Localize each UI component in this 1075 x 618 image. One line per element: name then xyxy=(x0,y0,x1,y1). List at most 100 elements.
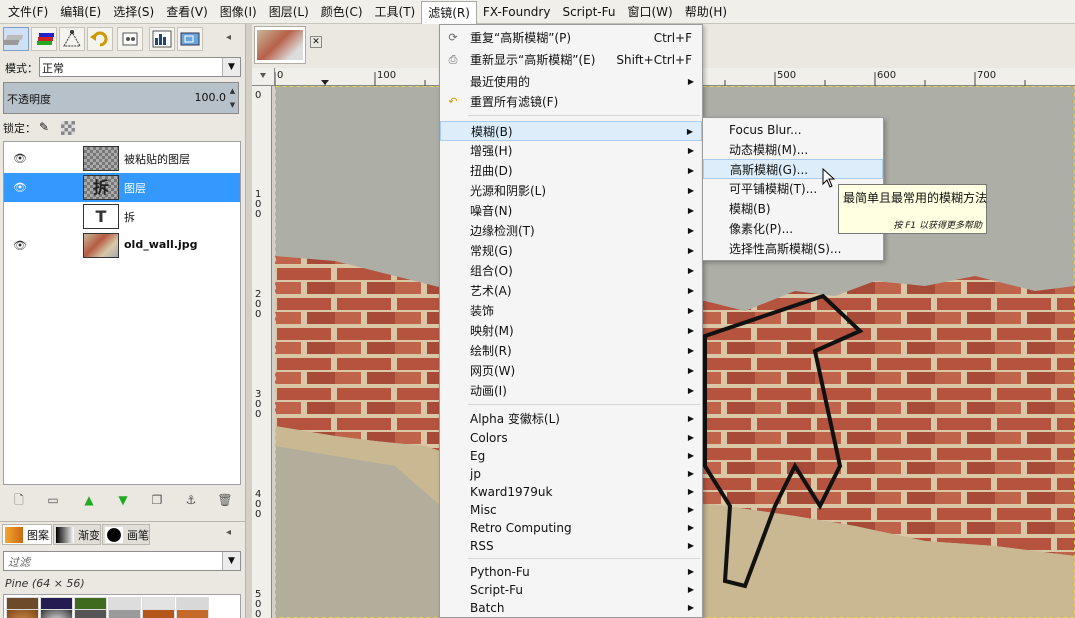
anchor-layer-icon[interactable]: ⚓ xyxy=(183,492,199,508)
menu-item-reset-filters[interactable]: ↶ 重置所有滤镜(F) xyxy=(440,92,702,112)
pattern-thumb[interactable] xyxy=(176,609,209,618)
layer-name: old_wall.jpg xyxy=(124,238,198,251)
menu-file[interactable]: 文件(F) xyxy=(2,1,54,23)
pattern-grid xyxy=(3,594,241,618)
menu-item-generic[interactable]: 常规(G) ▶ xyxy=(440,241,702,261)
menu-item-script-fu[interactable]: Script-Fu ▶ xyxy=(440,580,702,600)
eye-icon[interactable]: 👁 xyxy=(13,181,29,194)
channels-tab-icon[interactable] xyxy=(31,27,57,51)
pattern-thumb[interactable] xyxy=(6,609,39,618)
image-tab[interactable] xyxy=(254,26,306,64)
ruler-label: 0 xyxy=(255,90,262,101)
menu-image[interactable]: 图像(I) xyxy=(214,1,263,23)
new-layer-icon[interactable]: 🗋 xyxy=(11,492,27,508)
menu-item-map[interactable]: 映射(M) ▶ xyxy=(440,321,702,341)
menu-colors[interactable]: 颜色(C) xyxy=(315,1,369,23)
undo-history-icon[interactable] xyxy=(87,27,113,51)
menu-layer[interactable]: 图层(L) xyxy=(263,1,315,23)
menu-item-kward1979uk[interactable]: Kward1979uk ▶ xyxy=(440,482,702,502)
tab-brushes[interactable]: 画笔 xyxy=(102,524,150,545)
menu-item-artistic[interactable]: 艺术(A) ▶ xyxy=(440,281,702,301)
histogram-tab-icon[interactable] xyxy=(149,27,175,51)
menu-item-misc[interactable]: Misc ▶ xyxy=(440,500,702,520)
delete-layer-icon[interactable]: 🗑 xyxy=(217,492,233,508)
ruler-corner[interactable] xyxy=(252,68,275,86)
ruler-label: 300 xyxy=(255,389,262,420)
menu-item-blur[interactable]: 模糊(B) ▶ xyxy=(440,121,702,141)
layer-row[interactable]: 👁 被粘贴的图层 xyxy=(4,144,240,173)
menu-item-reshow-filter[interactable]: ⎙ 重新显示“高斯模糊”(E) Shift+Ctrl+F xyxy=(440,50,702,70)
lock-pixels-brush-icon[interactable]: ✎ xyxy=(39,120,53,134)
menu-filters[interactable]: 滤镜(R) xyxy=(421,0,477,25)
layer-name: 图层 xyxy=(124,182,146,195)
menu-view[interactable]: 查看(V) xyxy=(160,1,214,23)
menu-edit[interactable]: 编辑(E) xyxy=(54,1,107,23)
duplicate-layer-icon[interactable]: ❐ xyxy=(149,492,165,508)
mode-value: 正常 xyxy=(42,62,64,75)
menu-item-repeat-filter[interactable]: ⟳ 重复“高斯模糊”(P) Ctrl+F xyxy=(440,28,702,48)
menu-item-noise[interactable]: 噪音(N) ▶ xyxy=(440,201,702,221)
menu-item-jp[interactable]: jp ▶ xyxy=(440,464,702,484)
filter-select[interactable]: 过滤 ▼ xyxy=(3,551,241,571)
tab-gradients[interactable]: 渐变 xyxy=(53,524,101,545)
menu-item-rss[interactable]: RSS ▶ xyxy=(440,536,702,556)
raise-layer-icon[interactable]: ▲ xyxy=(81,492,97,508)
submenu-arrow-icon: ▶ xyxy=(687,567,694,576)
navigation-tab-icon[interactable] xyxy=(177,27,203,51)
new-group-icon[interactable]: ▭ xyxy=(45,492,61,508)
pattern-thumb[interactable] xyxy=(108,609,141,618)
menu-help[interactable]: 帮助(H) xyxy=(679,1,733,23)
submenu-arrow-icon: ▶ xyxy=(687,523,694,532)
close-icon[interactable]: ✕ xyxy=(310,36,322,48)
lock-label: 锁定： xyxy=(3,122,36,135)
menu-fx-foundry[interactable]: FX-Foundry xyxy=(477,1,557,23)
opacity-spin-icon[interactable]: ▲ ▼ xyxy=(228,84,237,112)
menu-item-alpha-to-logo[interactable]: Alpha 变徽标(L) ▶ xyxy=(440,409,702,429)
menu-item-distorts[interactable]: 扭曲(D) ▶ xyxy=(440,161,702,181)
dock-menu-arrow-icon[interactable]: ◂ xyxy=(226,527,231,538)
layer-row[interactable]: T 拆 xyxy=(4,202,240,231)
layers-dock: ◂ 模式： 正常 ▼ 不透明度 100.0 ▲ ▼ 锁定： ✎ 👁 被粘贴的图层 … xyxy=(0,24,246,618)
menu-item-decor[interactable]: 装饰 ▶ xyxy=(440,301,702,321)
pattern-thumb[interactable] xyxy=(74,609,107,618)
lock-alpha-checker-icon[interactable] xyxy=(61,121,75,135)
menu-item-light-shadow[interactable]: 光源和阴影(L) ▶ xyxy=(440,181,702,201)
menu-script-fu[interactable]: Script-Fu xyxy=(556,1,621,23)
layer-row[interactable]: 👁 old_wall.jpg xyxy=(4,231,240,260)
menu-item-web[interactable]: 网页(W) ▶ xyxy=(440,361,702,381)
menu-item-render[interactable]: 绘制(R) ▶ xyxy=(440,341,702,361)
menu-item-focus-blur[interactable]: Focus Blur... xyxy=(703,120,883,140)
menu-item-edge-detect[interactable]: 边缘检测(T) ▶ xyxy=(440,221,702,241)
pointer-tab-icon[interactable] xyxy=(117,27,143,51)
menu-item-enhance[interactable]: 增强(H) ▶ xyxy=(440,141,702,161)
eye-icon[interactable]: 👁 xyxy=(13,152,29,165)
menu-select[interactable]: 选择(S) xyxy=(107,1,160,23)
menu-item-combine[interactable]: 组合(O) ▶ xyxy=(440,261,702,281)
layers-tab-icon[interactable] xyxy=(1,27,29,51)
menu-tools[interactable]: 工具(T) xyxy=(369,1,422,23)
menu-item-selective-gaussian-blur[interactable]: 选择性高斯模糊(S)... xyxy=(703,239,883,259)
menu-item-animation[interactable]: 动画(I) ▶ xyxy=(440,381,702,401)
menu-item-colors[interactable]: Colors ▶ xyxy=(440,428,702,448)
paths-tab-icon[interactable] xyxy=(59,27,85,51)
menu-item-eg[interactable]: Eg ▶ xyxy=(440,446,702,466)
menu-windows[interactable]: 窗口(W) xyxy=(621,1,678,23)
vertical-ruler[interactable]: 0 100 200 300 400 500 xyxy=(252,86,272,618)
menu-item-batch[interactable]: Batch ▶ xyxy=(440,598,702,618)
layer-name: 拆 xyxy=(124,211,135,224)
dock-menu-arrow-icon[interactable]: ◂ xyxy=(226,32,231,43)
menu-item-recent[interactable]: 最近使用的 ▶ xyxy=(440,72,702,92)
menu-item-gaussian-blur[interactable]: 高斯模糊(G)... xyxy=(703,159,883,179)
pattern-thumb[interactable] xyxy=(142,609,175,618)
opacity-slider[interactable]: 不透明度 100.0 ▲ ▼ xyxy=(3,82,239,114)
mode-select[interactable]: 正常 ▼ xyxy=(39,57,241,77)
menu-item-python-fu[interactable]: Python-Fu ▶ xyxy=(440,562,702,582)
submenu-arrow-icon: ▶ xyxy=(687,541,694,550)
menu-item-retro-computing[interactable]: Retro Computing ▶ xyxy=(440,518,702,538)
eye-icon[interactable]: 👁 xyxy=(13,239,29,252)
lower-layer-icon[interactable]: ▼ xyxy=(115,492,131,508)
tab-patterns[interactable]: 图案 xyxy=(2,524,52,545)
pattern-thumb[interactable] xyxy=(40,609,73,618)
menu-item-motion-blur[interactable]: 动态模糊(M)... xyxy=(703,140,883,160)
layer-row[interactable]: 👁 拆 图层 xyxy=(4,173,240,202)
